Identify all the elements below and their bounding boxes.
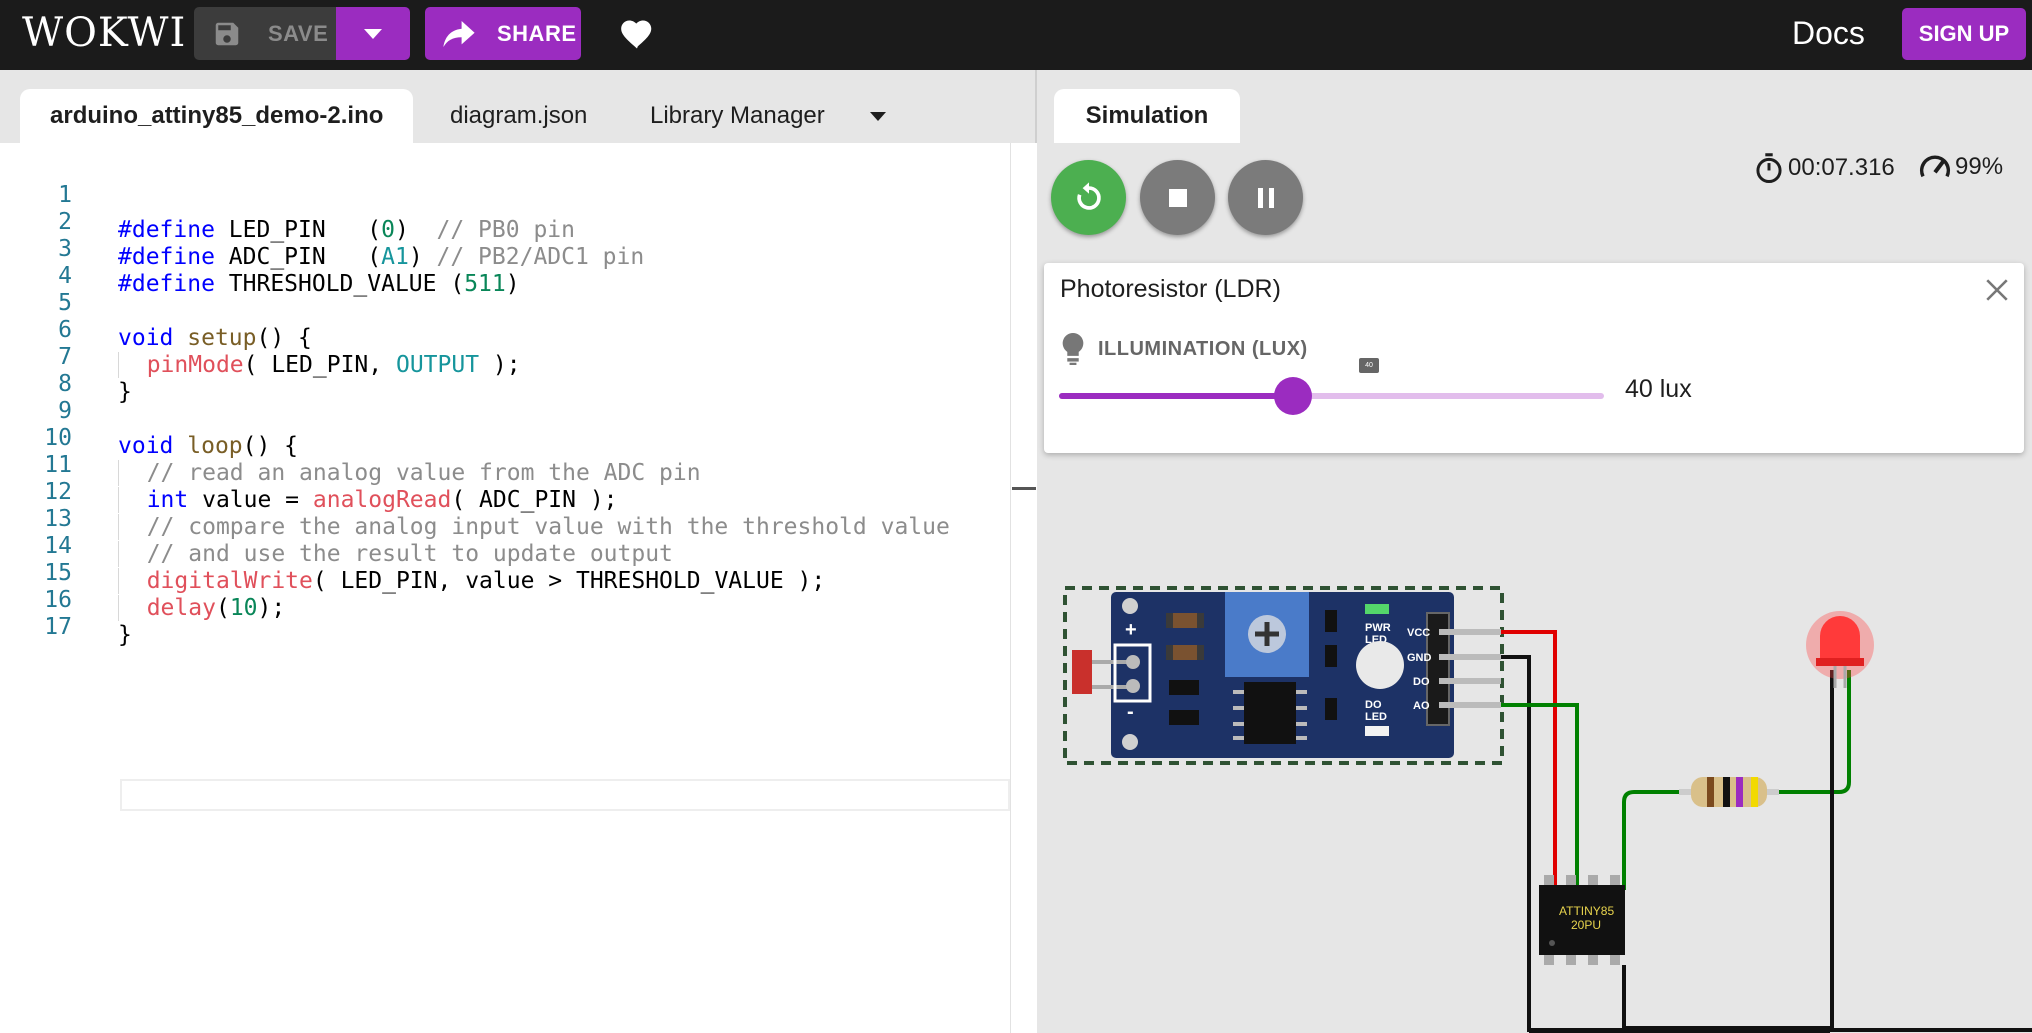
editor-scrollbar[interactable] — [1010, 143, 1037, 1033]
simulation-pane: Simulation 00:07.316 99% Photoresistor (… — [1039, 70, 2032, 1033]
tab-library-manager[interactable]: Library Manager — [650, 89, 825, 143]
slider-fill — [1059, 393, 1294, 399]
mount-hole — [1122, 734, 1138, 750]
tab-label: Simulation — [1085, 102, 1209, 129]
ldr-sensor — [1072, 650, 1092, 694]
code-line: 17 — [0, 575, 1010, 640]
pin-label-vcc: VCC — [1407, 627, 1430, 639]
illumination-label: ILLUMINATION (LUX) — [1098, 337, 1308, 360]
stopwatch-icon — [1756, 153, 1782, 184]
plus-label: + — [1125, 619, 1137, 641]
stop-button[interactable] — [1140, 160, 1215, 235]
socket-pin — [1126, 679, 1140, 693]
illumination-slider[interactable] — [1059, 377, 1604, 415]
pin-label-do: DO — [1413, 676, 1430, 688]
component-popup: Photoresistor (LDR) ILLUMINATION (LUX) 4… — [1044, 263, 2024, 453]
slider-value-tooltip: 40 — [1359, 358, 1379, 373]
do-led — [1365, 726, 1389, 736]
restart-icon — [1076, 181, 1101, 210]
ldr-lead — [1092, 685, 1130, 689]
pin-label-ao: AO — [1413, 700, 1430, 712]
smd-capacitor — [1169, 680, 1199, 695]
photoresistor-module: + - PWR LED DO LED VCC GND DO AO — [1072, 592, 1501, 758]
speedometer-icon — [1919, 155, 1951, 178]
lightbulb-icon — [1062, 333, 1084, 365]
close-icon[interactable] — [1984, 277, 2010, 303]
smd-part — [1325, 645, 1337, 667]
ldr-lead — [1092, 660, 1130, 664]
current-line-highlight — [120, 779, 1010, 811]
minus-label: - — [1127, 701, 1134, 723]
code-text: } — [118, 622, 132, 648]
mount-hole — [1122, 598, 1138, 614]
simulation-performance: 99% — [1919, 152, 2003, 182]
wire-gnd — [1501, 655, 2032, 1032]
simulation-timer: 00:07.316 — [1754, 152, 1895, 184]
code-editor[interactable]: 1 #define LED_PIN (0) // PB0 pin 2 #defi… — [0, 143, 1010, 1033]
editor-pane: arduino_attiny85_demo-2.ino diagram.json… — [0, 70, 1037, 1033]
restart-button[interactable] — [1051, 160, 1126, 235]
share-button[interactable]: SHARE — [425, 7, 581, 60]
pause-button[interactable] — [1228, 160, 1303, 235]
tab-ino-file[interactable]: arduino_attiny85_demo-2.ino — [20, 89, 414, 143]
attiny85-chip: ATTINY85 20PU — [1539, 875, 1625, 965]
smd-part — [1325, 698, 1337, 720]
wire-led-anode — [1779, 670, 1851, 794]
circuit-canvas[interactable]: + - PWR LED DO LED VCC GND DO AO ATTINY8… — [1039, 470, 2032, 1033]
wire-resistor-in — [1622, 790, 1679, 890]
resistor — [1679, 777, 1779, 807]
illumination-control: ILLUMINATION (LUX) — [1060, 333, 1308, 365]
tabs-dropdown-icon[interactable] — [870, 112, 886, 122]
smd-resistor-body — [1173, 645, 1197, 660]
tab-simulation[interactable]: Simulation — [1054, 89, 1240, 143]
comparator-chip — [1244, 682, 1296, 744]
share-button-label: SHARE — [497, 20, 577, 46]
scrollbar-thumb[interactable] — [1012, 487, 1036, 490]
tab-label: arduino_attiny85_demo-2.ino — [50, 102, 384, 129]
pwr-led — [1365, 604, 1389, 614]
smd-resistor-body — [1173, 613, 1197, 628]
socket-pin — [1126, 655, 1140, 669]
header-pin — [1439, 654, 1501, 660]
smd-part — [1325, 610, 1337, 632]
pause-icon — [1257, 187, 1274, 208]
top-bar: WOKWI SAVE SHARE Docs SIGN UP — [0, 0, 2032, 70]
stop-icon — [1168, 188, 1187, 207]
lux-value: 40 lux — [1625, 375, 1692, 403]
wokwi-logo[interactable]: WOKWI — [22, 10, 186, 56]
wire-led-ground — [1622, 715, 1834, 1030]
save-button[interactable]: SAVE — [194, 7, 336, 60]
save-dropdown-button[interactable] — [336, 7, 410, 60]
red-led — [1806, 611, 1874, 688]
pin-label-gnd: GND — [1407, 652, 1432, 664]
docs-link[interactable]: Docs — [1792, 15, 1865, 52]
caret-down-icon — [364, 28, 382, 39]
share-arrow-icon — [443, 20, 475, 47]
tab-label: Library Manager — [650, 102, 825, 129]
heart-icon[interactable] — [618, 14, 656, 50]
header-pin — [1439, 629, 1501, 635]
smd-capacitor — [1169, 710, 1199, 725]
wire-ao — [1501, 703, 1579, 890]
timer-value: 00:07.316 — [1788, 154, 1895, 181]
tab-diagram-json[interactable]: diagram.json — [450, 89, 587, 143]
save-button-label: SAVE — [268, 20, 329, 46]
header-pin — [1439, 678, 1501, 684]
popup-title: Photoresistor (LDR) — [1060, 275, 1281, 303]
slider-thumb[interactable] — [1274, 377, 1313, 415]
header-pin — [1439, 702, 1501, 708]
sign-up-button[interactable]: SIGN UP — [1902, 8, 2026, 60]
electrolytic-capacitor — [1356, 641, 1404, 689]
tab-label: diagram.json — [450, 102, 588, 129]
performance-value: 99% — [1955, 153, 2004, 180]
floppy-disk-icon — [215, 22, 239, 45]
line-number: 17 — [44, 614, 72, 640]
